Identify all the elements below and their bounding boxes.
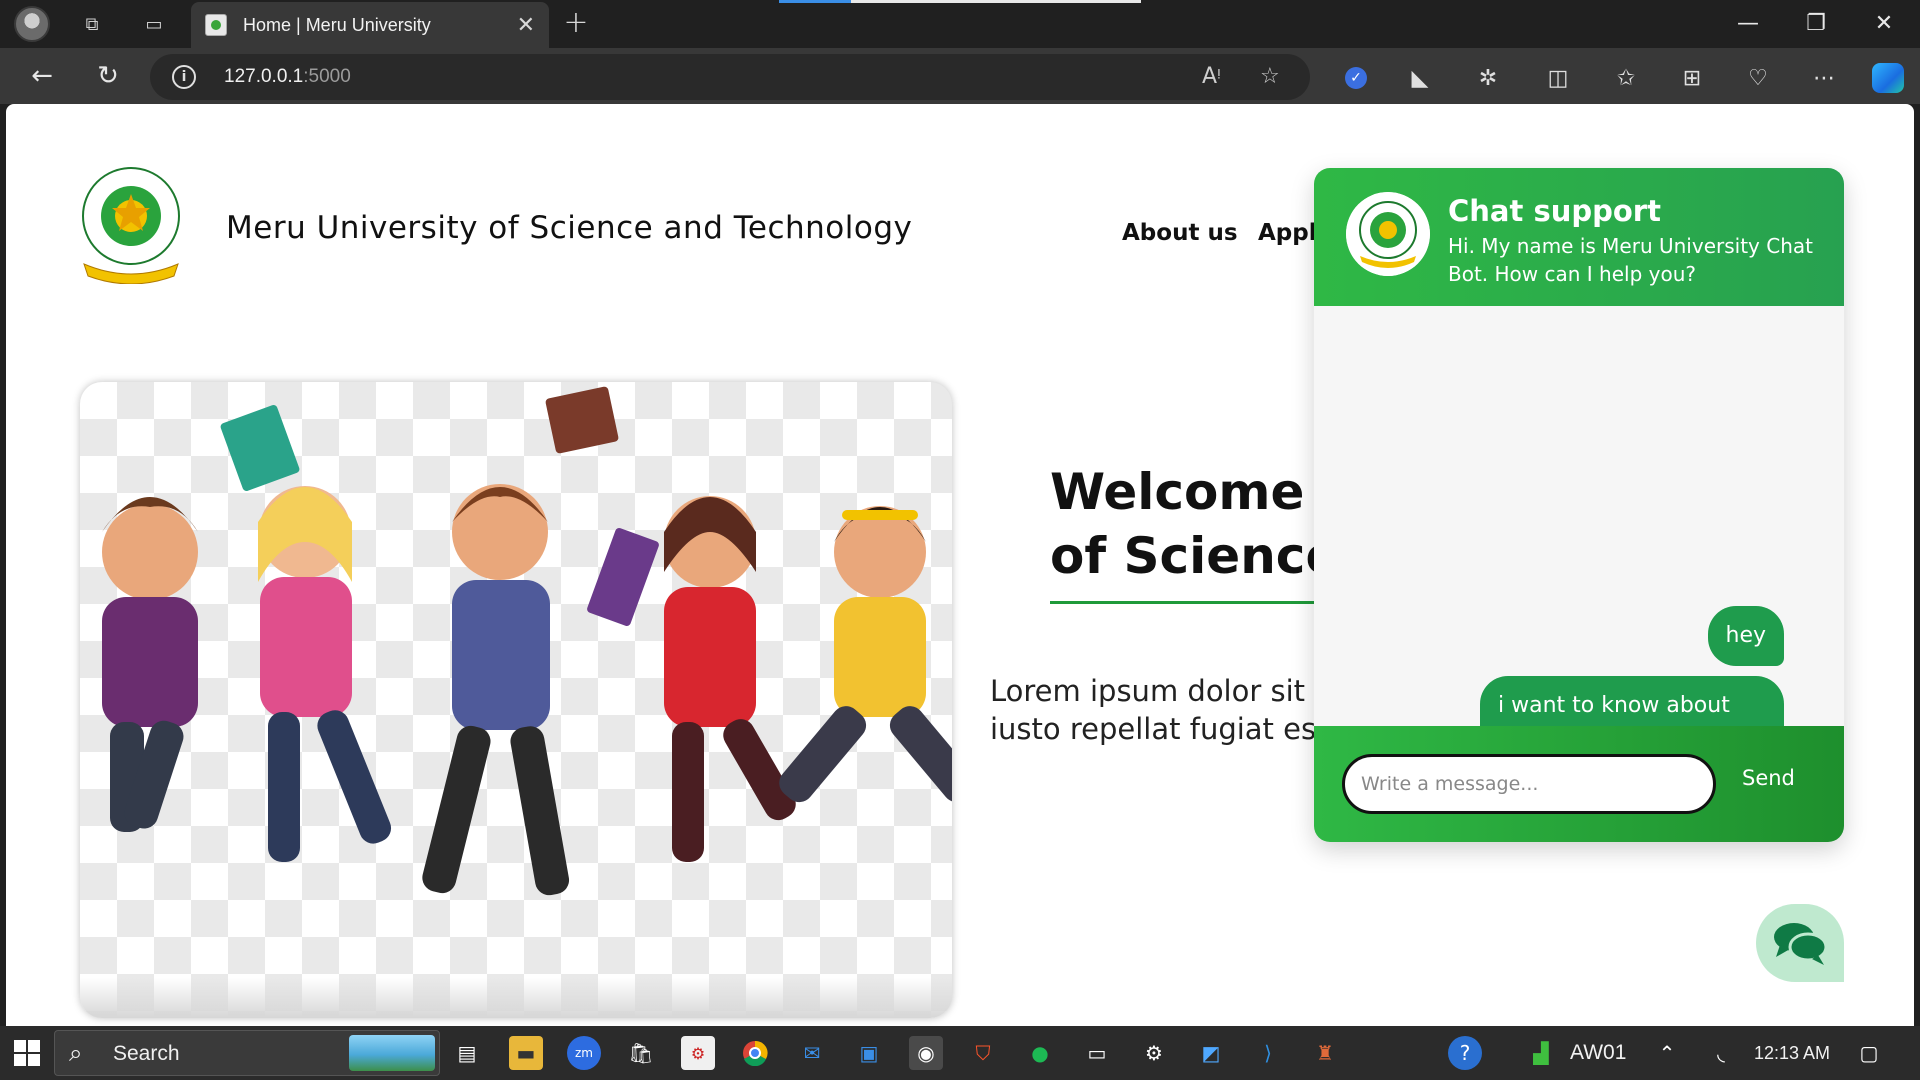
close-window-button[interactable]: ✕ [1850,0,1918,46]
site-info-icon[interactable]: i [172,65,196,89]
microsoft-store-icon[interactable]: 🛍 [624,1036,658,1070]
refresh-icon[interactable]: ↻ [88,58,128,94]
copilot-icon[interactable] [1872,62,1904,94]
tab-meru-home[interactable]: Home | Meru University ✕ [191,2,549,48]
chat-message-input[interactable] [1342,754,1716,814]
chat-toggle-button[interactable] [1756,904,1844,982]
notifications-icon[interactable]: ▢ [1852,1036,1886,1070]
favorite-star-icon[interactable]: ☆ [1260,64,1280,89]
tab-title: Home | Meru University [243,14,431,35]
extension-tag-icon[interactable]: ◣ [1404,62,1436,94]
chat-message-list[interactable]: hey i want to know about meru town campu… [1314,306,1844,768]
spotify-icon[interactable]: ● [1023,1036,1057,1070]
chat-composer: Send [1314,726,1844,842]
app-diagonal-icon[interactable]: ◩ [1194,1036,1228,1070]
brave-icon[interactable]: ⛉ [966,1036,1000,1070]
favorites-icon[interactable]: ✩ [1610,62,1642,94]
chat-greeting: Hi. My name is Meru University Chat Bot.… [1448,234,1813,286]
user-message: hey [1707,606,1784,666]
network-name: AW01 [1570,1041,1627,1064]
site-title: Meru University of Science and Technolog… [226,210,913,246]
page-load-progress [779,0,1141,3]
extension-shield-icon[interactable]: ✓ [1340,62,1372,94]
mail-icon[interactable]: ✉ [795,1036,829,1070]
maximize-button[interactable]: ❐ [1782,0,1850,46]
new-tab-button[interactable]: + [560,8,592,38]
browser-essentials-icon[interactable]: ♡ [1742,62,1774,94]
signal-strength-icon: ▟ [1533,1041,1549,1065]
vertical-tabs-icon[interactable]: ▭ [138,8,170,40]
chat-support-window: Chat support Hi. My name is Meru Univers… [1314,168,1844,842]
hero-students-image [80,382,952,1018]
collections-icon[interactable]: ⊞ [1676,62,1708,94]
clock-time[interactable]: 12:13 AM [1754,1043,1830,1064]
task-view-icon[interactable]: ▤ [450,1036,484,1070]
wifi-icon[interactable]: ◟ [1704,1036,1738,1070]
chat-header: Chat support Hi. My name is Meru Univers… [1314,168,1844,306]
image-floor-shadow [80,978,952,1018]
nav-about-us[interactable]: About us [1122,220,1238,246]
app-blue-icon[interactable]: ▣ [852,1036,886,1070]
search-highlight-image [349,1035,435,1071]
tab-close-icon[interactable]: ✕ [517,13,535,38]
taskbar-search-label: Search [113,1042,180,1065]
profile-avatar[interactable] [14,6,50,42]
back-arrow-icon[interactable]: ← [22,58,62,94]
address-bar[interactable]: i 127.0.0.1:5000 A͏ᵎ ☆ [150,54,1310,100]
zoom-app-icon[interactable]: zm [567,1036,601,1070]
more-menu-icon[interactable]: ⋯ [1808,62,1840,94]
url-port: :5000 [303,66,351,87]
app-icon-red[interactable]: ⚙ [681,1036,715,1070]
help-icon[interactable]: ? [1448,1036,1482,1070]
search-icon: ⌕ [69,1039,83,1067]
workspaces-icon[interactable]: ⧉ [76,8,108,40]
settings-gear-icon[interactable]: ⚙ [1137,1036,1171,1070]
chrome-icon[interactable] [738,1036,772,1070]
terminal-icon[interactable]: ▭ [1080,1036,1114,1070]
university-logo [82,167,180,284]
site-favicon-icon [205,14,227,36]
students-illustration [102,386,952,896]
browser-tab-bar: ⧉ ▭ Home | Meru University ✕ + — ❐ ✕ [0,0,1920,48]
address-url[interactable]: 127.0.0.1:5000 [224,66,351,88]
read-aloud-icon[interactable]: A͏ᵎ [1202,64,1221,89]
edge-browser-icon[interactable]: ◉ [909,1036,943,1070]
chat-title: Chat support [1448,194,1661,228]
chatbot-avatar [1346,192,1430,276]
heading-underline [1050,601,1330,604]
url-host: 127.0.0.1 [224,66,304,87]
chat-bubbles-icon [1774,923,1828,965]
split-screen-icon[interactable]: ◫ [1542,62,1574,94]
page-viewport: Meru University of Science and Technolog… [6,104,1914,1026]
vscode-icon[interactable]: ⟩ [1251,1036,1285,1070]
taskbar-search[interactable]: ⌕ Search [54,1030,440,1076]
app-figure-icon[interactable]: ♜ [1308,1036,1342,1070]
file-explorer-icon[interactable]: ▬ [509,1036,543,1070]
extensions-puzzle-icon[interactable]: ✲ [1472,62,1504,94]
windows-taskbar: ⌕ Search ▤ ▬ zm 🛍 ⚙ ✉ ▣ ◉ ⛉ ● ▭ ⚙ ◩ ⟩ ♜ … [0,1026,1920,1080]
chat-send-button[interactable]: Send [1742,766,1795,790]
chevron-up-icon[interactable]: ⌃ [1650,1036,1684,1070]
start-windows-icon[interactable] [10,1036,44,1070]
minimize-button[interactable]: — [1714,0,1782,46]
